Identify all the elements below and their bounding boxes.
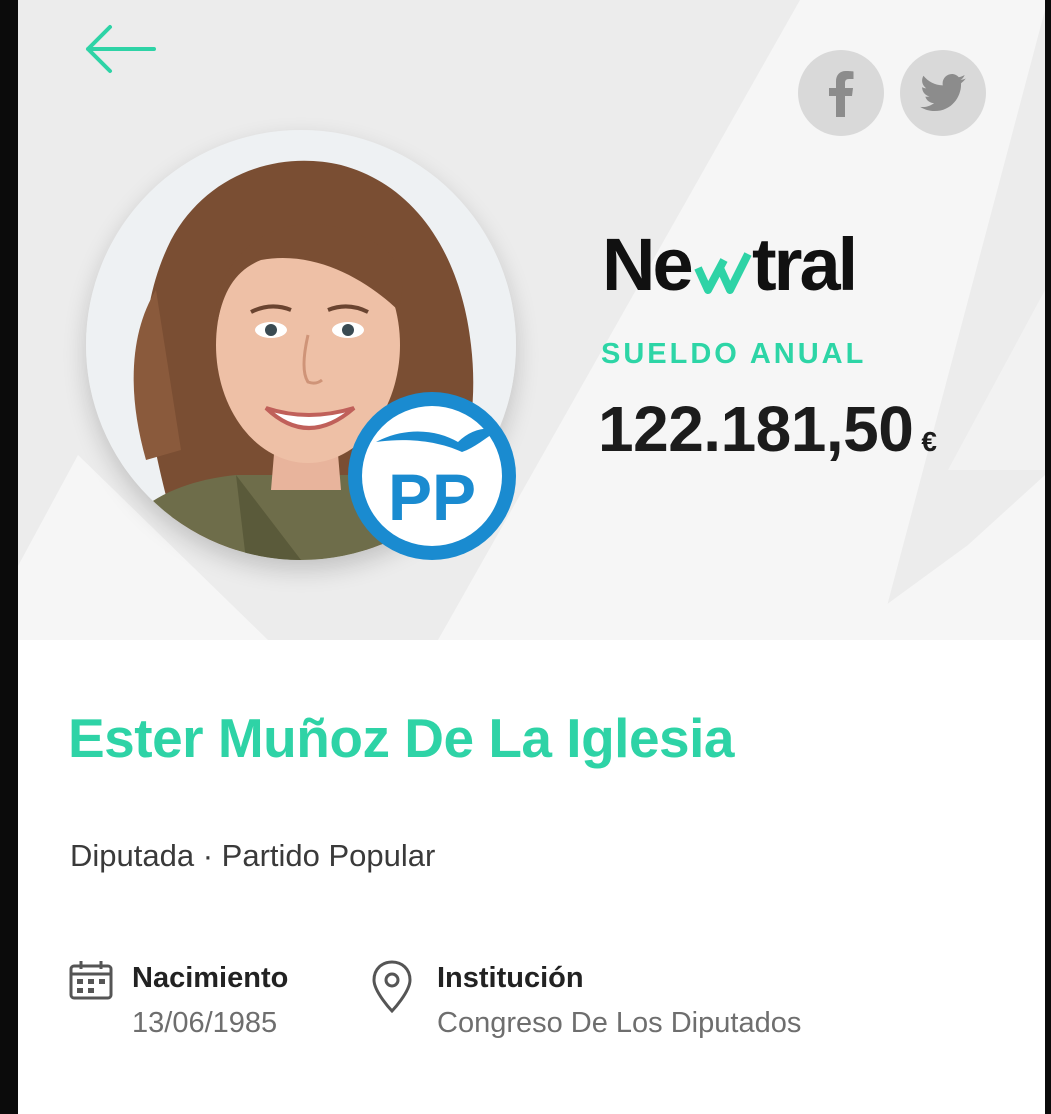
party-logo-icon: PP — [362, 406, 502, 546]
subtitle-separator: · — [202, 838, 214, 873]
facebook-icon — [829, 71, 854, 117]
birth-value: 13/06/1985 — [132, 1007, 278, 1039]
birth-label: Nacimiento — [132, 962, 289, 994]
brand-logo: Ne tral — [602, 223, 902, 311]
calendar-icon — [68, 960, 114, 1005]
salary-label: SUELDO ANUAL — [601, 338, 867, 370]
brand-name-end: tral — [752, 226, 855, 306]
salary-currency: € — [921, 426, 937, 457]
screen-edge-right — [1045, 0, 1051, 1114]
person-subtitle: Diputada · Partido Popular — [70, 838, 435, 874]
salary-value: 122.181,50 € — [598, 392, 937, 466]
checkmark-icon — [694, 252, 752, 294]
party-logo: PP — [348, 392, 516, 560]
arrow-left-icon — [86, 25, 156, 73]
profile-avatar: PP — [86, 130, 516, 560]
facebook-share-button[interactable] — [798, 50, 884, 136]
institution-value: Congreso De Los Diputados — [437, 1007, 802, 1039]
twitter-share-button[interactable] — [900, 50, 986, 136]
profile-hero: PP Ne tral SUELDO ANUAL 122.181,50 € — [18, 0, 1045, 640]
location-pin-icon — [368, 958, 416, 1019]
back-button[interactable] — [82, 22, 178, 76]
person-party: Partido Popular — [221, 838, 436, 873]
institution-label: Institución — [437, 962, 584, 994]
salary-amount: 122.181,50 — [598, 393, 914, 465]
brand-name-start: Ne — [602, 226, 691, 306]
person-role: Diputada — [70, 838, 195, 873]
newtral-logo: Ne tral — [602, 223, 858, 306]
person-name: Ester Muñoz De La Iglesia — [68, 707, 735, 769]
screen-edge-left — [0, 0, 18, 1114]
twitter-icon — [920, 74, 966, 112]
party-logo-text: PP — [388, 460, 476, 534]
